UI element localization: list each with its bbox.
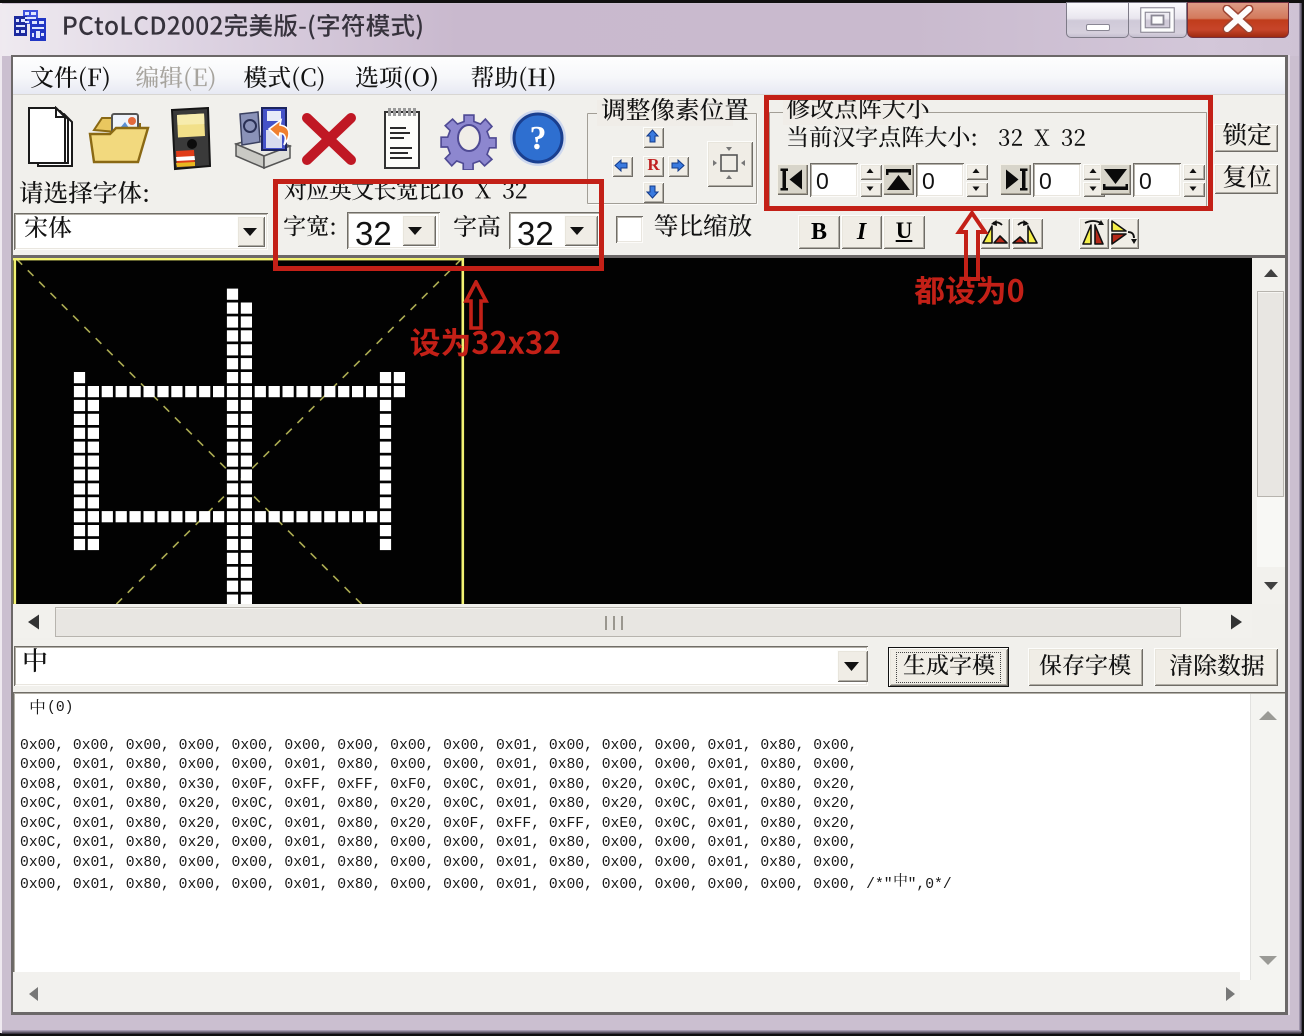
- svg-text:?: ?: [530, 120, 547, 157]
